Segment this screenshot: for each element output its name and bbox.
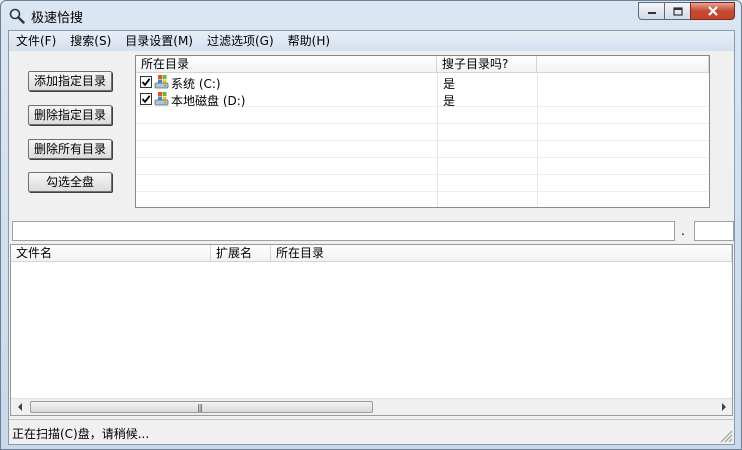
window-controls [638, 2, 735, 20]
checkbox[interactable] [140, 76, 152, 88]
scroll-right-button[interactable] [715, 399, 732, 415]
status-text: 正在扫描(C)盘，请稍候... [12, 427, 150, 441]
menu-search[interactable]: 搜索(S) [63, 31, 118, 51]
client-area: 文件(F) 搜索(S) 目录设置(M) 过滤选项(G) 帮助(H) 添加指定目录… [8, 30, 735, 445]
list-item[interactable]: 本地磁盘 (D:) 是 [136, 91, 709, 108]
drive-icon [154, 92, 169, 106]
column-header-subdirs[interactable]: 搜子目录吗? [437, 56, 537, 73]
list-item[interactable]: 系统 (C:) 是 [136, 74, 709, 91]
maximize-icon [672, 6, 683, 16]
menu-filter-options[interactable]: 过滤选项(G) [200, 31, 281, 51]
grid-line [136, 140, 709, 141]
directory-name: 系统 (C:) [171, 77, 221, 91]
minimize-button[interactable] [638, 2, 664, 20]
checkmark-icon [141, 95, 151, 104]
window-title: 极速恰搜 [31, 11, 84, 26]
extension-separator: . [681, 224, 685, 238]
search-subdirs-value: 是 [443, 94, 456, 108]
horizontal-scrollbar[interactable]: ||| [11, 398, 732, 415]
main-window: 极速恰搜 文件(F) 搜索(S) 目录设置(M) 过滤选项(G) 帮助(H) 添… [0, 0, 742, 450]
column-header-blank[interactable] [537, 56, 709, 73]
scroll-thumb[interactable]: ||| [30, 401, 373, 413]
search-input[interactable] [12, 221, 675, 241]
grip-icon: ||| [197, 403, 203, 412]
remove-all-button[interactable]: 删除所有目录 [28, 139, 112, 159]
arrow-left-icon [17, 403, 22, 411]
column-header-filename[interactable]: 文件名 [11, 245, 211, 262]
column-header-location[interactable]: 所在目录 [271, 245, 732, 262]
menu-bar: 文件(F) 搜索(S) 目录设置(M) 过滤选项(G) 帮助(H) [9, 31, 734, 51]
minimize-icon [647, 12, 656, 14]
directory-list[interactable]: 所在目录 搜子目录吗? 系统 (C:) 是 本地磁盘 (D:) 是 [135, 55, 710, 208]
grid-line [136, 191, 709, 192]
menu-file[interactable]: 文件(F) [9, 31, 63, 51]
grid-line [136, 157, 709, 158]
directory-name: 本地磁盘 (D:) [171, 94, 246, 108]
title-bar[interactable]: 极速恰搜 [1, 1, 741, 30]
column-header-directory[interactable]: 所在目录 [136, 56, 437, 73]
results-list[interactable]: 文件名 扩展名 所在目录 ||| [10, 244, 733, 416]
search-icon [9, 8, 25, 24]
checkmark-icon [141, 78, 151, 87]
column-header-extension[interactable]: 扩展名 [211, 245, 271, 262]
status-bar: 正在扫描(C)盘，请稍候... [9, 419, 734, 444]
menu-help[interactable]: 帮助(H) [281, 31, 337, 51]
drive-icon [154, 75, 169, 89]
grid-line [136, 123, 709, 124]
grid-line [136, 174, 709, 175]
close-button[interactable] [690, 2, 735, 20]
menu-dir-settings[interactable]: 目录设置(M) [118, 31, 200, 51]
resize-grip-icon[interactable] [719, 429, 733, 443]
close-icon [707, 6, 718, 16]
scroll-left-button[interactable] [11, 399, 28, 415]
search-subdirs-value: 是 [443, 77, 456, 91]
add-dir-button[interactable]: 添加指定目录 [28, 71, 112, 91]
maximize-button[interactable] [664, 2, 690, 20]
check-all-button[interactable]: 勾选全盘 [28, 172, 112, 192]
extension-input[interactable] [694, 221, 734, 241]
remove-dir-button[interactable]: 删除指定目录 [28, 105, 112, 125]
arrow-right-icon [721, 403, 726, 411]
checkbox[interactable] [140, 93, 152, 105]
